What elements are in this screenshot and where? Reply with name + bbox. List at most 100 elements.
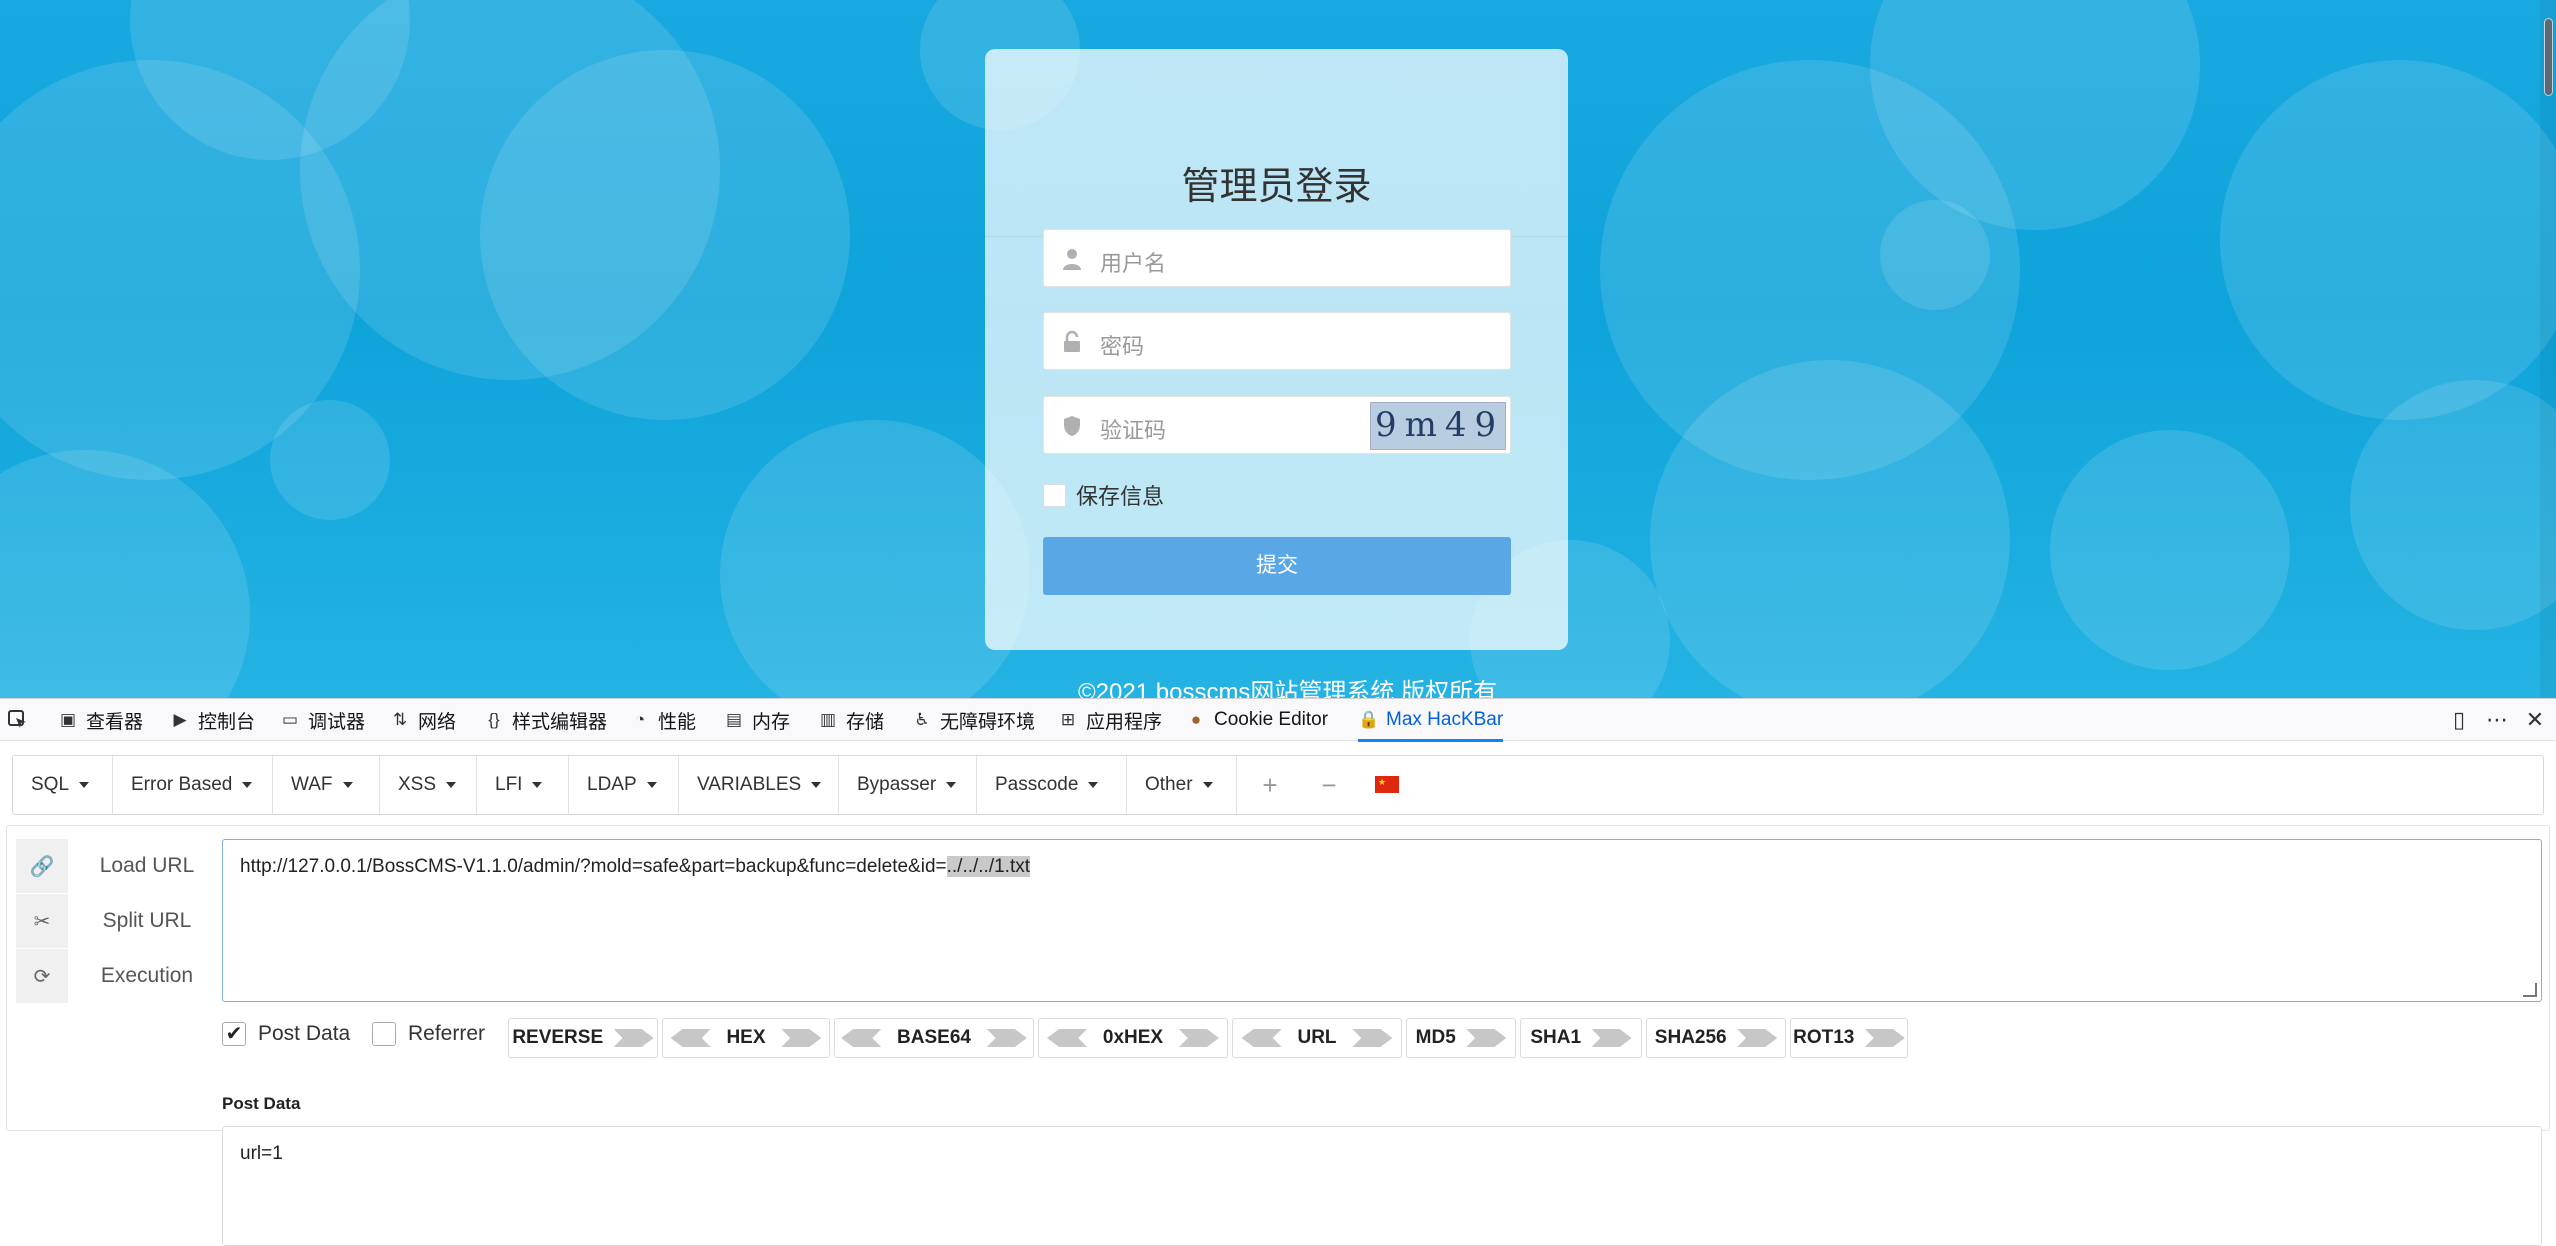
menu-waf[interactable]: WAF xyxy=(273,756,380,814)
tab-storage[interactable]: ▥ 存储 xyxy=(818,699,884,741)
cookie-icon: ● xyxy=(1190,710,1202,729)
tab-style-editor[interactable]: {} 样式编辑器 xyxy=(484,699,607,741)
menu-xss[interactable]: XSS xyxy=(380,756,477,814)
dock-icon[interactable]: ▯ xyxy=(2446,707,2472,733)
refresh-icon: ⟳ xyxy=(16,949,68,1003)
bg-bubble xyxy=(1880,200,1990,310)
china-flag-icon[interactable]: ★ xyxy=(1375,776,1399,793)
encoder-0xhex-button[interactable]: 0xHEX xyxy=(1038,1018,1228,1058)
submit-button[interactable]: 提交 xyxy=(1043,537,1511,595)
more-options-icon[interactable]: ⋯ xyxy=(2484,707,2510,733)
tab-performance[interactable]: ◔ 性能 xyxy=(630,699,696,741)
caret-down-icon xyxy=(1202,782,1213,788)
tab-label: 查看器 xyxy=(86,711,144,733)
encoder-md5-button[interactable]: MD5 xyxy=(1406,1018,1516,1058)
encoder-reverse-button[interactable]: REVERSE xyxy=(508,1018,658,1058)
page-scrollbar[interactable] xyxy=(2540,0,2556,698)
encoder-rot13-button[interactable]: ROT13 xyxy=(1790,1018,1908,1058)
tab-console[interactable]: ▶ 控制台 xyxy=(170,699,255,741)
element-picker-button[interactable] xyxy=(8,699,36,741)
action-label: Execution xyxy=(100,964,194,987)
arrow-right-icon xyxy=(1591,1029,1632,1047)
menu-sql[interactable]: SQL xyxy=(13,756,113,814)
tab-label: 样式编辑器 xyxy=(512,711,608,733)
shield-icon xyxy=(1064,416,1080,436)
menu-other[interactable]: Other xyxy=(1127,756,1237,814)
remember-checkbox[interactable]: 保存信息 xyxy=(1043,479,1164,511)
encoder-sha1-button[interactable]: SHA1 xyxy=(1520,1018,1642,1058)
menu-label: Other xyxy=(1145,774,1193,795)
remember-box[interactable] xyxy=(1043,483,1066,507)
menu-lfi[interactable]: LFI xyxy=(477,756,569,814)
url-textarea[interactable]: http://127.0.0.1/BossCMS-V1.1.0/admin/?m… xyxy=(222,839,2542,1002)
menu-label: Bypasser xyxy=(857,774,937,795)
tab-debugger[interactable]: ▭ 调试器 xyxy=(280,699,365,741)
menu-ldap[interactable]: LDAP xyxy=(569,756,679,814)
tab-memory[interactable]: ▤ 内存 xyxy=(724,699,790,741)
link-icon: 🔗 xyxy=(16,839,68,893)
arrow-left-icon xyxy=(1047,1029,1088,1047)
url-text: http://127.0.0.1/BossCMS-V1.1.0/admin/?m… xyxy=(240,856,1031,878)
menu-error-based[interactable]: Error Based xyxy=(113,756,273,814)
arrow-left-icon xyxy=(1241,1029,1282,1047)
lock-icon: 🔒 xyxy=(1358,710,1380,729)
username-field[interactable]: 用户名 xyxy=(1043,229,1511,287)
checkbox-label: Post Data xyxy=(258,1022,351,1045)
tab-inspector[interactable]: ▣ 查看器 xyxy=(58,699,143,741)
plus-icon[interactable]: + xyxy=(1257,772,1283,798)
action-label: Load URL xyxy=(99,854,195,877)
memory-icon: ▤ xyxy=(725,710,743,729)
encoder-label: SHA1 xyxy=(1530,1027,1582,1048)
captcha-field[interactable]: 验证码 9m49 xyxy=(1043,396,1511,454)
close-icon[interactable]: ✕ xyxy=(2522,707,2548,733)
caret-down-icon xyxy=(811,782,822,788)
tab-label: 控制台 xyxy=(198,711,256,733)
resize-handle[interactable] xyxy=(2523,983,2537,997)
load-url-button[interactable]: 🔗 Load URL xyxy=(16,839,226,893)
menu-passcode[interactable]: Passcode xyxy=(977,756,1127,814)
arrow-right-icon xyxy=(613,1029,654,1047)
post-data-textarea[interactable]: url=1 xyxy=(222,1126,2542,1246)
split-url-button[interactable]: ✂ Split URL xyxy=(16,894,226,948)
encoder-base64-button[interactable]: BASE64 xyxy=(834,1018,1034,1058)
caret-down-icon xyxy=(946,782,957,788)
tab-accessibility[interactable]: ♿ 无障碍环境 xyxy=(912,699,1035,741)
remember-label: 保存信息 xyxy=(1076,484,1165,509)
scrollbar-thumb[interactable] xyxy=(2544,18,2553,96)
performance-icon: ◔ xyxy=(634,710,646,729)
tab-max-hackbar[interactable]: 🔒 Max HacKBar xyxy=(1358,699,1504,742)
tab-label: 内存 xyxy=(752,711,791,733)
checkmark-icon: ✔ xyxy=(222,1022,246,1046)
menu-label: LDAP xyxy=(587,774,637,795)
encoder-label: BASE64 xyxy=(897,1027,971,1048)
menu-label: VARIABLES xyxy=(697,774,802,795)
inspector-icon: ▣ xyxy=(59,710,77,729)
encoder-hex-button[interactable]: HEX xyxy=(662,1018,830,1058)
tab-cookie-editor[interactable]: ● Cookie Editor xyxy=(1186,699,1328,741)
menu-bypasser[interactable]: Bypasser xyxy=(839,756,977,814)
arrow-right-icon xyxy=(1466,1029,1507,1047)
referrer-checkbox[interactable]: Referrer xyxy=(372,1022,485,1046)
captcha-image[interactable]: 9m49 xyxy=(1370,402,1506,450)
login-page: 管理员登录 用户名 密码 验证码 9m49 保存信息 提交 ©2021 boss… xyxy=(0,0,2556,698)
encoder-url-button[interactable]: URL xyxy=(1232,1018,1402,1058)
application-icon: ⊞ xyxy=(1060,710,1076,729)
arrow-left-icon xyxy=(841,1029,882,1047)
encoder-label: HEX xyxy=(726,1027,766,1048)
user-icon xyxy=(1063,249,1081,270)
menu-variables[interactable]: VARIABLES xyxy=(679,756,839,814)
scissors-icon: ✂ xyxy=(16,894,68,948)
network-icon: ⇅ xyxy=(392,710,408,729)
tab-application[interactable]: ⊞ 应用程序 xyxy=(1058,699,1162,741)
encoder-sha256-button[interactable]: SHA256 xyxy=(1646,1018,1786,1058)
menu-label: XSS xyxy=(398,774,437,795)
execution-button[interactable]: ⟳ Execution xyxy=(16,949,226,1003)
bg-bubble xyxy=(2220,60,2556,420)
post-data-checkbox[interactable]: ✔ Post Data xyxy=(222,1022,350,1046)
checkbox-label: Referrer xyxy=(408,1022,486,1045)
minus-icon[interactable]: − xyxy=(1316,772,1342,798)
tab-network[interactable]: ⇅ 网络 xyxy=(390,699,456,741)
arrow-right-icon xyxy=(986,1029,1027,1047)
encoder-label: URL xyxy=(1297,1027,1337,1048)
password-field[interactable]: 密码 xyxy=(1043,312,1511,370)
